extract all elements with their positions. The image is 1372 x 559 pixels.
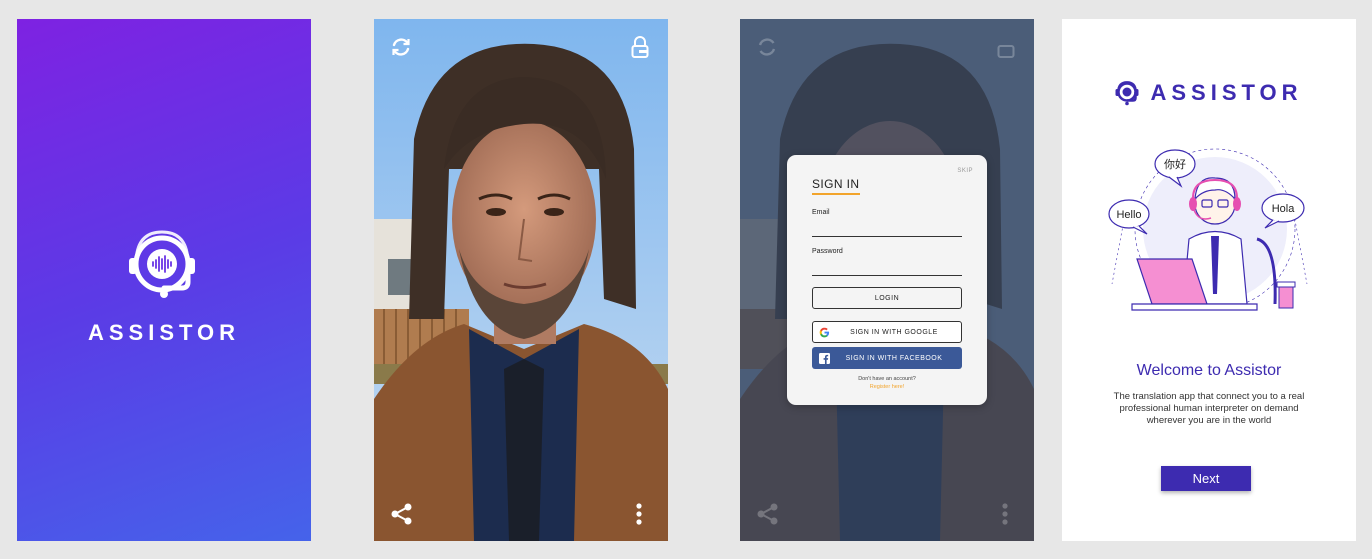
google-signin-button[interactable]: SIGN IN WITH GOOGLE — [812, 321, 962, 343]
email-label: Email — [812, 209, 830, 216]
facebook-signin-button[interactable]: SIGN IN WITH FACEBOOK — [812, 347, 962, 369]
headset-soundwave-icon — [129, 230, 195, 298]
login-button[interactable]: LOGIN — [812, 287, 962, 309]
next-button[interactable]: Next — [1161, 466, 1251, 491]
signin-card: SKIP SIGN IN Email Password LOGIN SIGN I… — [787, 155, 987, 405]
register-link[interactable]: Register here! — [787, 384, 987, 390]
more-vertical-icon[interactable] — [634, 502, 644, 526]
facebook-icon — [812, 352, 836, 364]
google-icon — [813, 327, 835, 338]
welcome-brand: ASSISTOR — [1062, 79, 1356, 107]
more-vertical-icon — [1002, 503, 1008, 525]
title-underline — [812, 193, 860, 195]
welcome-title: Welcome to Assistor — [1136, 362, 1282, 379]
welcome-description: The translation app that connect you to … — [1113, 391, 1305, 426]
splash-screen: ASSISTOR — [17, 19, 311, 541]
bubble-nihao: 你好 — [1164, 157, 1186, 171]
splash-logo: ASSISTOR — [17, 224, 311, 346]
signin-screen: SKIP SIGN IN Email Password LOGIN SIGN I… — [740, 19, 1034, 541]
password-underline — [812, 275, 962, 276]
lock-icon — [997, 45, 1015, 58]
headset-logo-icon — [1115, 81, 1139, 106]
login-label: LOGIN — [874, 294, 900, 302]
refresh-icon[interactable] — [390, 36, 412, 58]
password-label: Password — [812, 248, 843, 255]
share-icon[interactable] — [390, 502, 414, 526]
lock-icon[interactable] — [630, 36, 650, 58]
camera-screen — [374, 19, 668, 541]
bubble-hola: Hola — [1272, 203, 1296, 215]
email-underline — [812, 236, 962, 237]
next-label: Next — [1192, 471, 1220, 486]
facebook-label: SIGN IN WITH FACEBOOK — [845, 354, 943, 362]
signin-title: SIGN IN — [812, 177, 860, 191]
share-icon — [757, 503, 778, 525]
password-field[interactable] — [812, 258, 962, 274]
skip-link[interactable]: SKIP — [957, 168, 973, 174]
selfie-photo — [374, 19, 668, 541]
splash-brand-name: ASSISTOR — [87, 320, 241, 345]
welcome-screen: ASSISTOR 你好 Hello Hola Welcome to Assist… — [1062, 19, 1356, 541]
refresh-icon — [758, 38, 776, 56]
interpreter-illustration: 你好 Hello Hola — [1108, 148, 1308, 311]
google-label: SIGN IN WITH GOOGLE — [850, 328, 938, 336]
welcome-brand-name: ASSISTOR — [1150, 80, 1303, 105]
email-field[interactable] — [812, 219, 962, 235]
no-account-text: Don't have an account? — [858, 376, 916, 382]
bubble-hello: Hello — [1116, 209, 1141, 221]
